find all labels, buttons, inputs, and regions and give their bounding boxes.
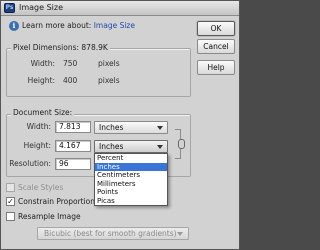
cancel-button[interactable]: Cancel (197, 39, 235, 54)
image-size-dialog: Ps Image Size i Learn more about: Image … (0, 0, 240, 250)
title-bar[interactable]: Ps Image Size (1, 1, 239, 16)
ok-button[interactable]: OK (197, 21, 235, 36)
pixel-height-unit: pixels (98, 76, 120, 85)
pixel-width-label: Width: (30, 59, 55, 68)
pixel-dimensions-group (6, 48, 191, 97)
scale-styles-label: Scale Styles (18, 183, 64, 192)
window-title: Image Size (19, 3, 64, 12)
constrain-proportions-checkbox[interactable]: ✓ (6, 197, 15, 206)
doc-width-input[interactable]: 7.813 (55, 121, 91, 133)
resample-method-value: Bicubic (best for smooth gradients) (44, 229, 177, 238)
doc-height-input[interactable]: 4.167 (55, 140, 91, 152)
learn-more-prefix: Learn more about: (22, 21, 94, 30)
document-size-label: Document Size: (11, 108, 75, 117)
resolution-input[interactable]: 96 (55, 158, 91, 170)
help-button[interactable]: Help (197, 60, 235, 75)
info-icon: i (9, 21, 19, 31)
unit-option-points[interactable]: Points (95, 188, 167, 197)
chevron-down-icon (177, 232, 183, 236)
unit-option-millimeters[interactable]: Millimeters (95, 180, 167, 189)
doc-height-unit-value: Inches (99, 142, 124, 151)
resample-method-select[interactable]: Bicubic (best for smooth gradients) (37, 227, 189, 240)
unit-option-picas[interactable]: Picas (95, 197, 167, 206)
resample-image-label: Resample Image (18, 212, 81, 221)
chevron-down-icon (157, 126, 163, 130)
unit-dropdown-list: Percent Inches Centimeters Millimeters Point… (94, 153, 168, 206)
chevron-down-icon (157, 145, 163, 149)
unit-option-percent[interactable]: Percent (95, 154, 167, 163)
unit-option-centimeters[interactable]: Centimeters (95, 171, 167, 180)
pixel-height-label: Height: (27, 76, 55, 85)
learn-more-text: Learn more about: Image Size (22, 21, 135, 30)
doc-width-label: Width: (26, 122, 51, 131)
constrain-proportions-label: Constrain Proportions (18, 197, 99, 206)
chain-link-icon (175, 129, 187, 159)
pixel-width-value: 750 (63, 59, 78, 68)
photoshop-app-icon: Ps (4, 3, 15, 13)
doc-width-unit-value: Inches (99, 123, 124, 132)
doc-width-unit-select[interactable]: Inches (94, 121, 168, 134)
pixel-height-value: 400 (63, 76, 78, 85)
resolution-label: Resolution: (9, 159, 51, 168)
pixel-dimensions-label: Pixel Dimensions: 878.9K (11, 43, 110, 52)
learn-more-link[interactable]: Image Size (94, 21, 135, 30)
doc-height-label: Height: (23, 141, 51, 150)
scale-styles-checkbox[interactable] (6, 183, 15, 192)
doc-height-unit-select[interactable]: Inches (94, 140, 168, 153)
unit-option-inches[interactable]: Inches (95, 162, 167, 171)
pixel-width-unit: pixels (98, 59, 120, 68)
resample-image-checkbox[interactable] (6, 212, 15, 221)
